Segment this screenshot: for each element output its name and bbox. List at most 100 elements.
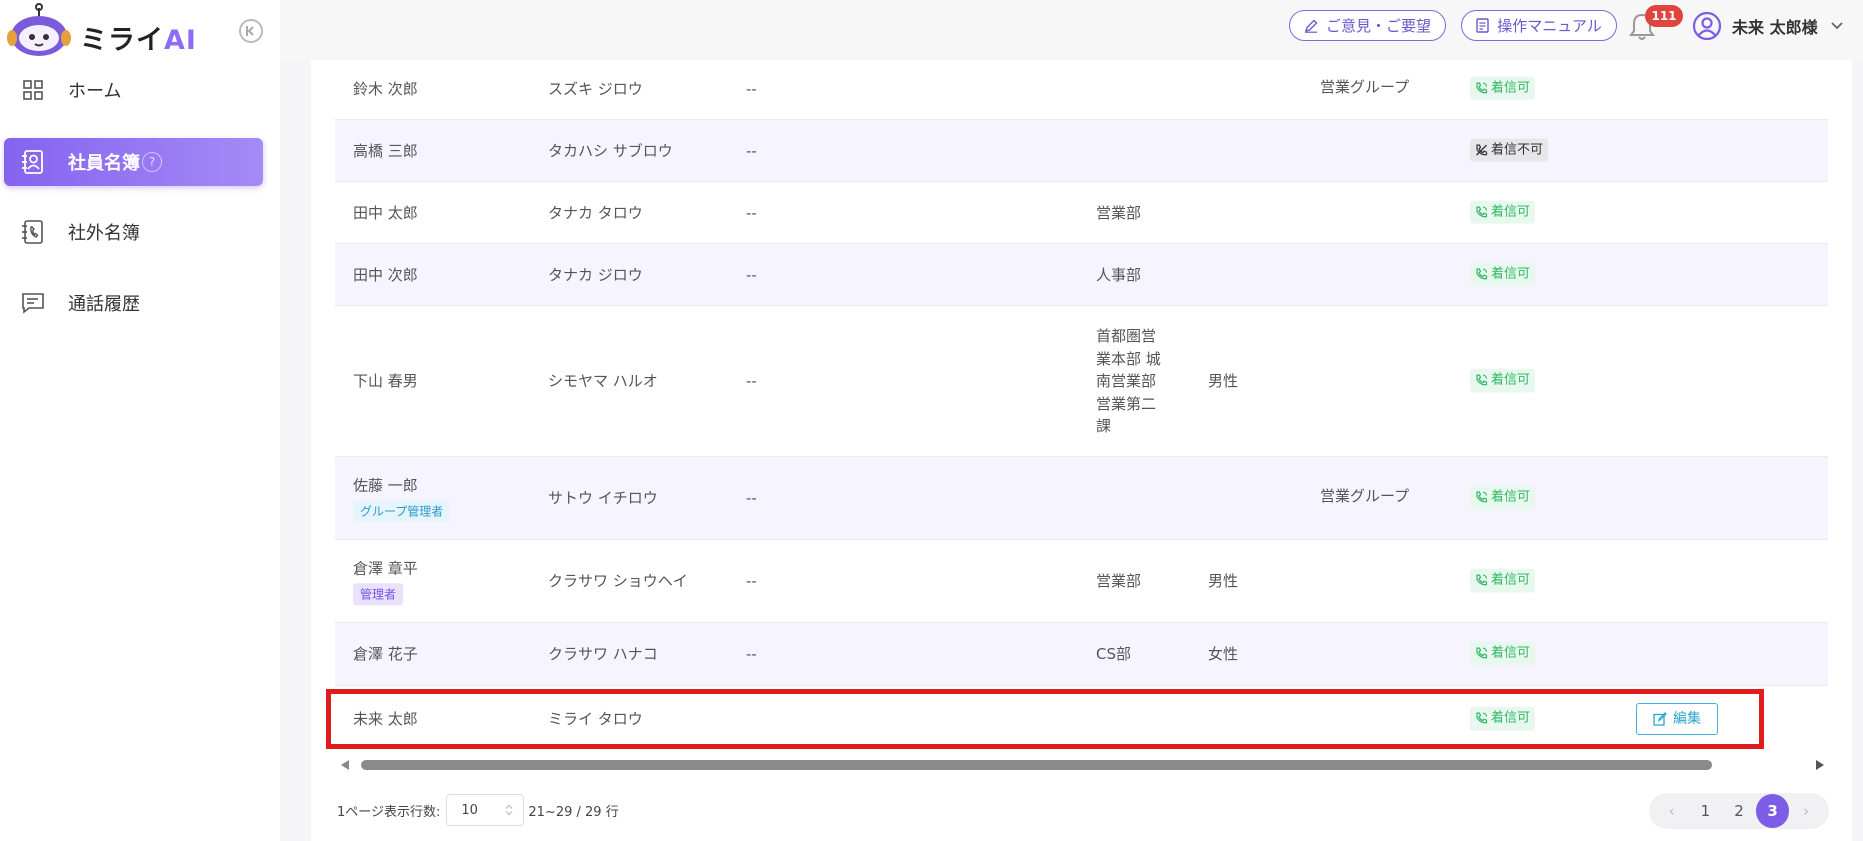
manual-label: 操作マニュアル <box>1497 17 1602 35</box>
sidebar-item-label: ホーム <box>68 81 122 102</box>
phone-cell: -- <box>746 371 757 390</box>
page-2-button[interactable]: 2 <box>1722 794 1756 828</box>
user-name: 未来 太郎様 <box>1732 18 1818 37</box>
kana-cell: シモヤマ ハルオ <box>548 371 658 390</box>
brand[interactable]: ミライAI <box>6 2 274 62</box>
kana-cell: クラサワ ハナコ <box>548 644 658 663</box>
status-badge: 着信可 <box>1470 706 1536 731</box>
name-cell: 高橋 三郎 <box>353 141 418 160</box>
phone-cell: -- <box>746 141 757 160</box>
table-row[interactable]: 高橋 三郎 タカハシ サブロウ -- 着信不可 <box>335 120 1828 182</box>
next-page-button[interactable]: › <box>1789 794 1823 828</box>
scroll-left-icon[interactable] <box>339 759 351 771</box>
phone-icon <box>1476 712 1488 724</box>
table-row[interactable]: 倉澤 花子 クラサワ ハナコ -- CS部 女性 着信可 <box>335 623 1828 686</box>
status-cell: 着信可 <box>1470 76 1536 101</box>
role-badge: グループ管理者 <box>353 499 451 522</box>
name-cell: 下山 春男 <box>353 371 418 390</box>
action-cell: 編集 <box>1636 703 1718 735</box>
page-1-button[interactable]: 1 <box>1689 794 1723 828</box>
department-cell: 営業部 <box>1096 571 1142 590</box>
status-badge: 着信不可 <box>1470 138 1549 162</box>
phone-cell: -- <box>746 488 757 507</box>
user-menu[interactable]: 未来 太郎様 <box>1692 10 1844 42</box>
department-cell: 首都圏営業本部 城南営業部 営業第二課 <box>1096 326 1161 435</box>
status-badge: 着信可 <box>1470 76 1536 100</box>
name-cell: 鈴木 次郎 <box>353 79 418 98</box>
manual-button[interactable]: 操作マニュアル <box>1461 10 1617 41</box>
status-badge: 着信可 <box>1470 641 1536 666</box>
chat-icon <box>20 290 46 316</box>
kana-cell: ミライ タロウ <box>548 709 643 728</box>
page-3-button[interactable]: 3 <box>1755 794 1790 828</box>
name-cell: 佐藤 一郎 グループ管理者 <box>353 474 451 522</box>
help-icon[interactable]: ? <box>142 152 162 172</box>
pencil-icon <box>1304 19 1318 33</box>
table-row[interactable]: 鈴木 次郎 スズキ ジロウ -- 営業グループ 着信可 <box>335 58 1828 120</box>
page-size-select[interactable]: 10 <box>446 794 525 826</box>
page-size-value: 10 <box>461 802 478 818</box>
feedback-button[interactable]: ご意見・ご要望 <box>1289 10 1446 41</box>
status-cell: 着信可 <box>1470 262 1536 287</box>
sidebar-item-label: 社員名簿 <box>68 153 140 174</box>
group-cell: 営業グループ <box>1320 77 1410 96</box>
scroll-right-icon[interactable] <box>1814 759 1826 771</box>
top-header: ご意見・ご要望 操作マニュアル 111 未来 太郎様 <box>280 0 1863 60</box>
name-cell: 倉澤 花子 <box>353 644 418 663</box>
kana-cell: タカハシ サブロウ <box>548 141 673 160</box>
kana-cell: スズキ ジロウ <box>548 79 643 98</box>
status-cell: 着信不可 <box>1470 138 1549 163</box>
status-cell: 着信可 <box>1470 200 1536 225</box>
sidebar-item-external[interactable]: 社外名簿 <box>4 208 263 256</box>
prev-page-button[interactable]: ‹ <box>1655 794 1689 828</box>
kana-cell: クラサワ ショウヘイ <box>548 571 688 590</box>
phone-off-icon <box>1476 144 1488 156</box>
phone-icon <box>1476 206 1488 218</box>
kana-cell: タナカ タロウ <box>548 203 643 222</box>
sidebar-item-label: 通話履歴 <box>68 294 140 315</box>
edit-button[interactable]: 編集 <box>1636 703 1718 735</box>
sidebar-item-employees[interactable]: 社員名簿 ? <box>4 138 263 186</box>
robot-logo-icon <box>7 3 71 56</box>
sidebar-item-home[interactable]: ホーム <box>4 66 263 114</box>
gender-cell: 女性 <box>1208 644 1239 663</box>
up-down-icon <box>505 804 513 816</box>
range-label: 21~29 / 29 行 <box>528 804 619 820</box>
table-row[interactable]: 未来 太郎 ミライ タロウ 着信可 編集 <box>335 686 1828 752</box>
document-icon <box>1476 18 1489 33</box>
page-size-label: 1ページ表示行数: <box>337 804 441 820</box>
name-cell: 倉澤 章平 管理者 <box>353 557 418 605</box>
main-content: 鈴木 次郎 スズキ ジロウ -- 営業グループ 着信可 高橋 三郎 タカハシ サ… <box>311 60 1852 841</box>
table-row[interactable]: 倉澤 章平 管理者 クラサワ ショウヘイ -- 営業部 男性 着信可 <box>335 540 1828 623</box>
feedback-label: ご意見・ご要望 <box>1325 17 1431 35</box>
name-cell: 田中 太郎 <box>353 203 418 222</box>
table-row[interactable]: 下山 春男 シモヤマ ハルオ -- 首都圏営業本部 城南営業部 営業第二課 男性… <box>335 306 1828 457</box>
kana-cell: サトウ イチロウ <box>548 488 658 507</box>
phone-cell: -- <box>746 79 757 98</box>
status-badge: 着信可 <box>1470 485 1536 510</box>
sidebar-item-call-history[interactable]: 通話履歴 <box>4 279 263 327</box>
sidebar: ミライAI ホーム 社員名簿 ? 社外名簿 通話履歴 <box>0 0 280 841</box>
phone-icon <box>1476 268 1488 280</box>
scrollbar-thumb[interactable] <box>361 760 1712 770</box>
role-badge: 管理者 <box>353 582 404 605</box>
table-row[interactable]: 田中 次郎 タナカ ジロウ -- 人事部 着信可 <box>335 244 1828 306</box>
phone-icon <box>1476 374 1488 386</box>
table-row[interactable]: 佐藤 一郎 グループ管理者 サトウ イチロウ -- 営業グループ 着信可 <box>335 457 1828 540</box>
department-cell: CS部 <box>1096 644 1131 663</box>
horizontal-scrollbar[interactable] <box>339 757 1826 773</box>
kana-cell: タナカ ジロウ <box>548 265 643 284</box>
phone-cell: -- <box>746 203 757 222</box>
status-badge: 着信可 <box>1470 568 1536 593</box>
phone-cell: -- <box>746 644 757 663</box>
status-badge: 着信可 <box>1470 262 1536 286</box>
employee-name: 佐藤 一郎 <box>353 476 418 495</box>
table-row[interactable]: 田中 太郎 タナカ タロウ -- 営業部 着信可 <box>335 182 1828 244</box>
collapse-sidebar-icon[interactable] <box>239 19 263 43</box>
status-badge: 着信可 <box>1470 368 1536 393</box>
gender-cell: 男性 <box>1208 371 1239 390</box>
status-badge: 着信可 <box>1470 200 1536 224</box>
pagination: ‹ 1 2 3 › <box>1649 793 1829 829</box>
gender-cell: 男性 <box>1208 571 1239 590</box>
employee-name: 倉澤 章平 <box>353 559 418 578</box>
